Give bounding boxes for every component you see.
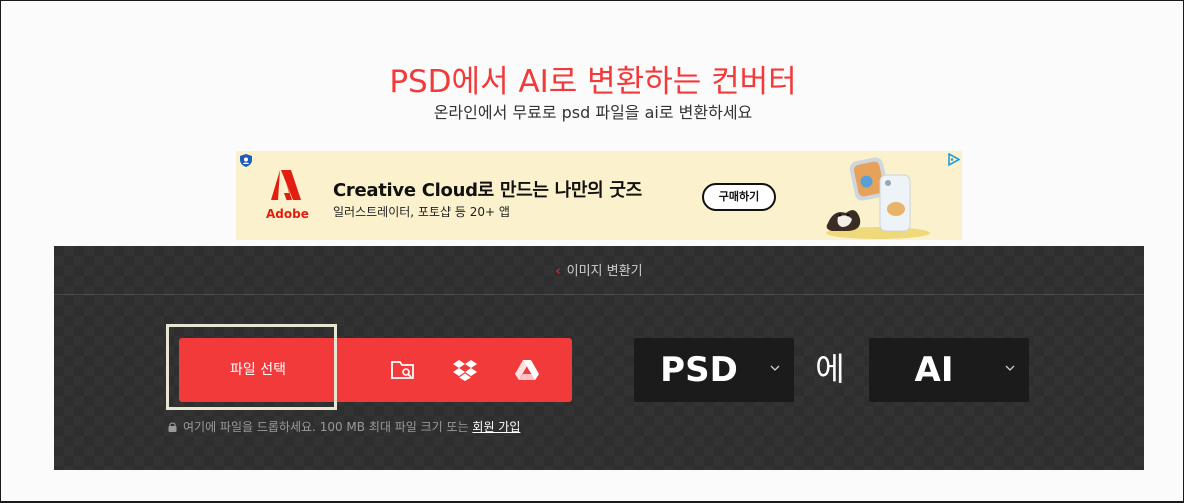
source-format-select[interactable]: PSD xyxy=(634,338,794,402)
folder-search-icon[interactable] xyxy=(391,359,415,381)
source-format-value: PSD xyxy=(660,350,738,390)
dropbox-icon[interactable] xyxy=(453,359,477,381)
google-drive-icon[interactable] xyxy=(515,359,539,381)
target-format-select[interactable]: AI xyxy=(869,338,1029,402)
adchoices-icon[interactable] xyxy=(947,153,960,166)
ad-product-illustration xyxy=(826,157,930,239)
breadcrumb-label: 이미지 변환기 xyxy=(566,264,643,279)
signup-link[interactable]: 회원 가입 xyxy=(472,420,520,434)
focus-highlight xyxy=(166,324,337,410)
adobe-logo-icon xyxy=(271,170,301,200)
ad-banner[interactable]: Adobe Creative Cloud로 만드는 나만의 굿즈 일러스트레이터… xyxy=(236,151,962,240)
lock-icon xyxy=(168,422,177,432)
adobe-wordmark: Adobe xyxy=(266,207,309,221)
page-title: PSD에서 AI로 변환하는 컨버터 xyxy=(389,64,797,100)
format-connector: 에 xyxy=(815,350,845,388)
adobe-logo: Adobe xyxy=(266,169,309,225)
chevron-down-icon xyxy=(770,365,780,371)
page-subtitle: 온라인에서 무료로 psd 파일을 ai로 변환하세요 xyxy=(433,103,753,122)
converter-panel: ‹ 이미지 변환기 파일 선택 여기에 파일을 드롭하세요. 100 MB 최대… xyxy=(54,246,1144,470)
page-frame: PSD에서 AI로 변환하는 컨버터 온라인에서 무료로 psd 파일을 ai로… xyxy=(0,0,1184,503)
ad-shield-icon[interactable] xyxy=(240,154,252,167)
breadcrumb[interactable]: ‹ 이미지 변환기 xyxy=(54,260,1144,279)
ad-headline: Creative Cloud로 만드는 나만의 굿즈 xyxy=(333,180,642,201)
ad-subline: 일러스트레이터, 포토샵 등 20+ 앱 xyxy=(333,205,510,219)
chevron-down-icon xyxy=(1005,365,1015,371)
target-format-value: AI xyxy=(914,350,954,390)
chevron-left-icon: ‹ xyxy=(555,264,561,279)
upload-note-text: 여기에 파일을 드롭하세요. 100 MB 최대 파일 크기 또는 xyxy=(183,420,473,434)
upload-note: 여기에 파일을 드롭하세요. 100 MB 최대 파일 크기 또는 회원 가입 xyxy=(168,418,520,435)
divider xyxy=(54,294,1144,295)
ad-buy-button[interactable]: 구매하기 xyxy=(702,183,776,211)
